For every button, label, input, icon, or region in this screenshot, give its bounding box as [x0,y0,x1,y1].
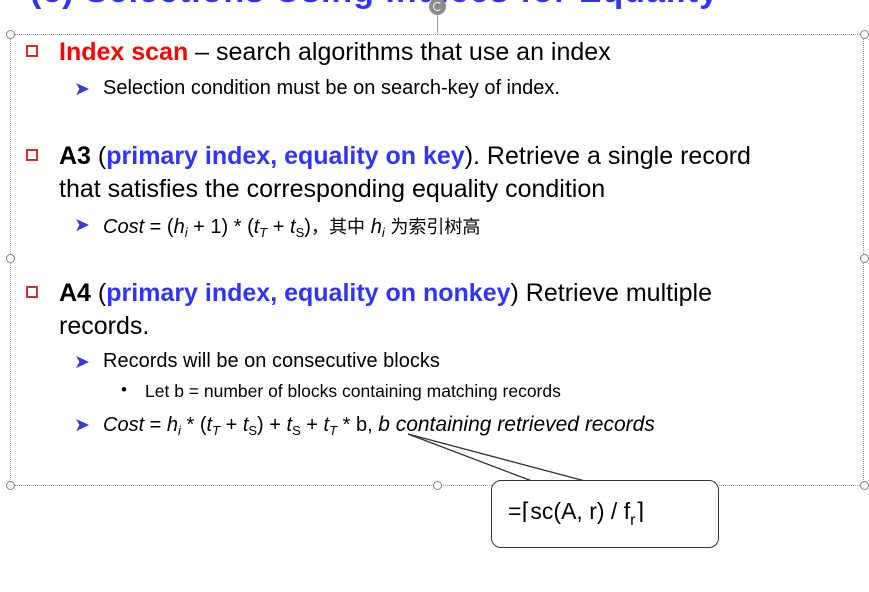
callout-formula: =⌈sc(A, r) / fr⌉ [508,498,644,530]
right-ceiling: ⌉ [635,498,645,524]
callout-prefix: = [508,498,522,524]
callout-expr: sc(A, r) / f [530,498,631,524]
callout-leader-line [407,433,586,482]
